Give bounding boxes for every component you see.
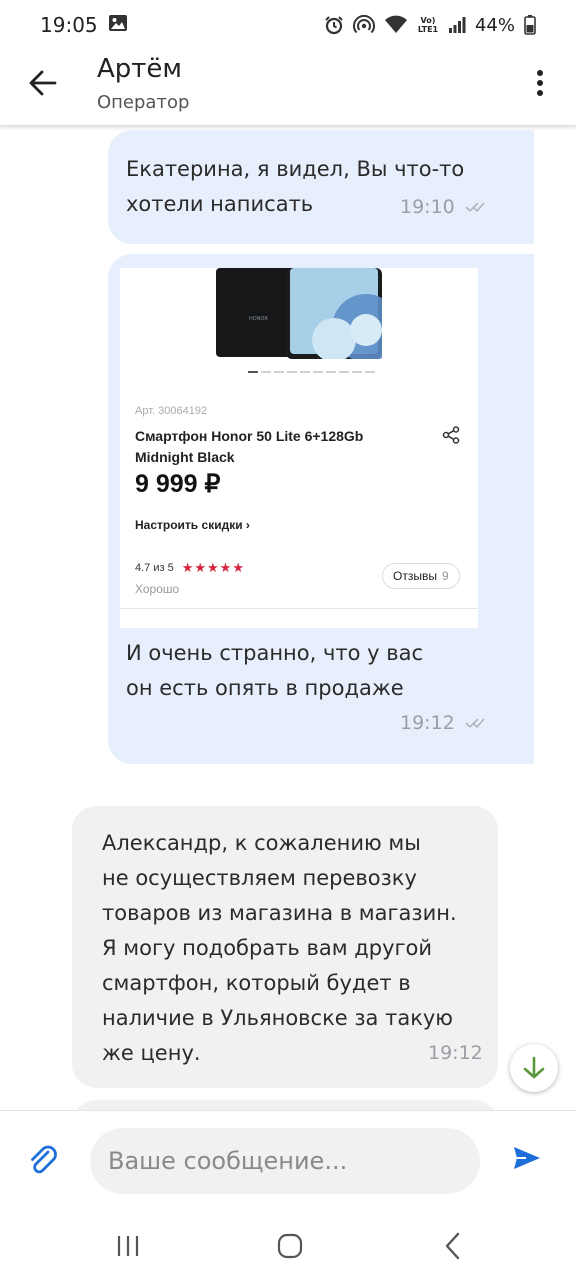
home-button[interactable] (270, 1230, 310, 1262)
wifi-icon (384, 15, 408, 35)
message-meta: 19:12 (400, 712, 485, 734)
composer-bar (0, 1110, 576, 1210)
reviews-count: 9 (441, 569, 449, 583)
chat-area[interactable]: Екатерина, я видел, Вы что-то хотели нап… (0, 126, 576, 1110)
outgoing-message: HONOR Арт. 30064192 Смартфон Honor 50 Li… (108, 254, 534, 764)
rating-value: 4.7 из 5 (135, 562, 174, 574)
status-right: Vo) LTE1 44% (324, 15, 536, 36)
double-check-icon (465, 718, 485, 729)
message-meta: 19:12 (428, 1042, 483, 1064)
incoming-message-partial (72, 1100, 498, 1110)
message-time: 19:12 (400, 712, 455, 734)
home-icon (277, 1233, 303, 1259)
message-input[interactable] (90, 1128, 480, 1194)
chat-header: Артём Оператор (0, 50, 576, 126)
status-bar: 19:05 Vo) LTE1 44% (0, 0, 576, 50)
message-meta: 19:10 (400, 196, 485, 218)
back-nav-button[interactable] (432, 1230, 472, 1262)
back-button[interactable] (24, 64, 62, 102)
battery-percent: 44% (474, 14, 515, 36)
reviews-button[interactable]: Отзывы 9 (382, 563, 460, 589)
arrow-down-icon (523, 1056, 545, 1079)
contact-role: Оператор (97, 92, 190, 113)
recents-icon (117, 1236, 139, 1256)
double-check-icon (465, 202, 485, 213)
incoming-message: Александр, к сожалению мы не осуществляе… (72, 806, 498, 1088)
configure-discounts-link[interactable]: Настроить скидки › (135, 518, 250, 532)
message-time: 19:12 (428, 1042, 483, 1064)
scroll-to-bottom-button[interactable] (510, 1044, 558, 1092)
paperclip-icon (31, 1145, 57, 1174)
signal-icon (448, 16, 466, 34)
product-name[interactable]: Смартфон Honor 50 Lite 6+128Gb Midnight … (135, 426, 395, 468)
message-text: И очень странно, что у вас он есть опять… (126, 641, 424, 700)
arrow-left-icon (29, 70, 57, 96)
message-time: 19:10 (400, 196, 455, 218)
chevron-left-icon (445, 1232, 460, 1260)
attach-button[interactable] (26, 1143, 64, 1181)
product-price: 9 999 ₽ (135, 470, 221, 498)
more-vertical-icon (537, 70, 543, 96)
share-icon[interactable] (442, 426, 460, 448)
outgoing-message: Екатерина, я видел, Вы что-то хотели нап… (108, 130, 534, 244)
product-card[interactable]: HONOR Арт. 30064192 Смартфон Honor 50 Li… (120, 268, 478, 628)
alarm-icon (324, 15, 344, 35)
status-left: 19:05 (40, 13, 128, 37)
system-nav-bar (0, 1210, 576, 1280)
product-rating: 4.7 из 5 ★★★★★ (135, 560, 245, 576)
phone-image: HONOR (216, 268, 382, 359)
phone-brand-label: HONOR (249, 316, 268, 322)
image-carousel-dots[interactable] (248, 371, 375, 373)
network-type-label: Vo) LTE1 (417, 16, 439, 34)
contact-name: Артём (97, 54, 183, 84)
battery-icon (524, 15, 536, 35)
message-text: Александр, к сожалению мы не осуществляе… (102, 831, 457, 1065)
product-article: Арт. 30064192 (135, 405, 208, 417)
send-button[interactable] (512, 1145, 546, 1179)
card-divider (120, 608, 478, 609)
rating-stars-icon: ★★★★★ (181, 560, 245, 575)
gallery-notification-icon (108, 14, 128, 37)
reviews-label: Отзывы (393, 569, 437, 583)
more-options-button[interactable] (530, 64, 550, 102)
hotspot-icon (352, 15, 375, 35)
status-time: 19:05 (40, 13, 98, 37)
rating-word: Хорошо (135, 582, 180, 596)
send-icon (514, 1147, 540, 1169)
recent-apps-button[interactable] (108, 1230, 148, 1262)
